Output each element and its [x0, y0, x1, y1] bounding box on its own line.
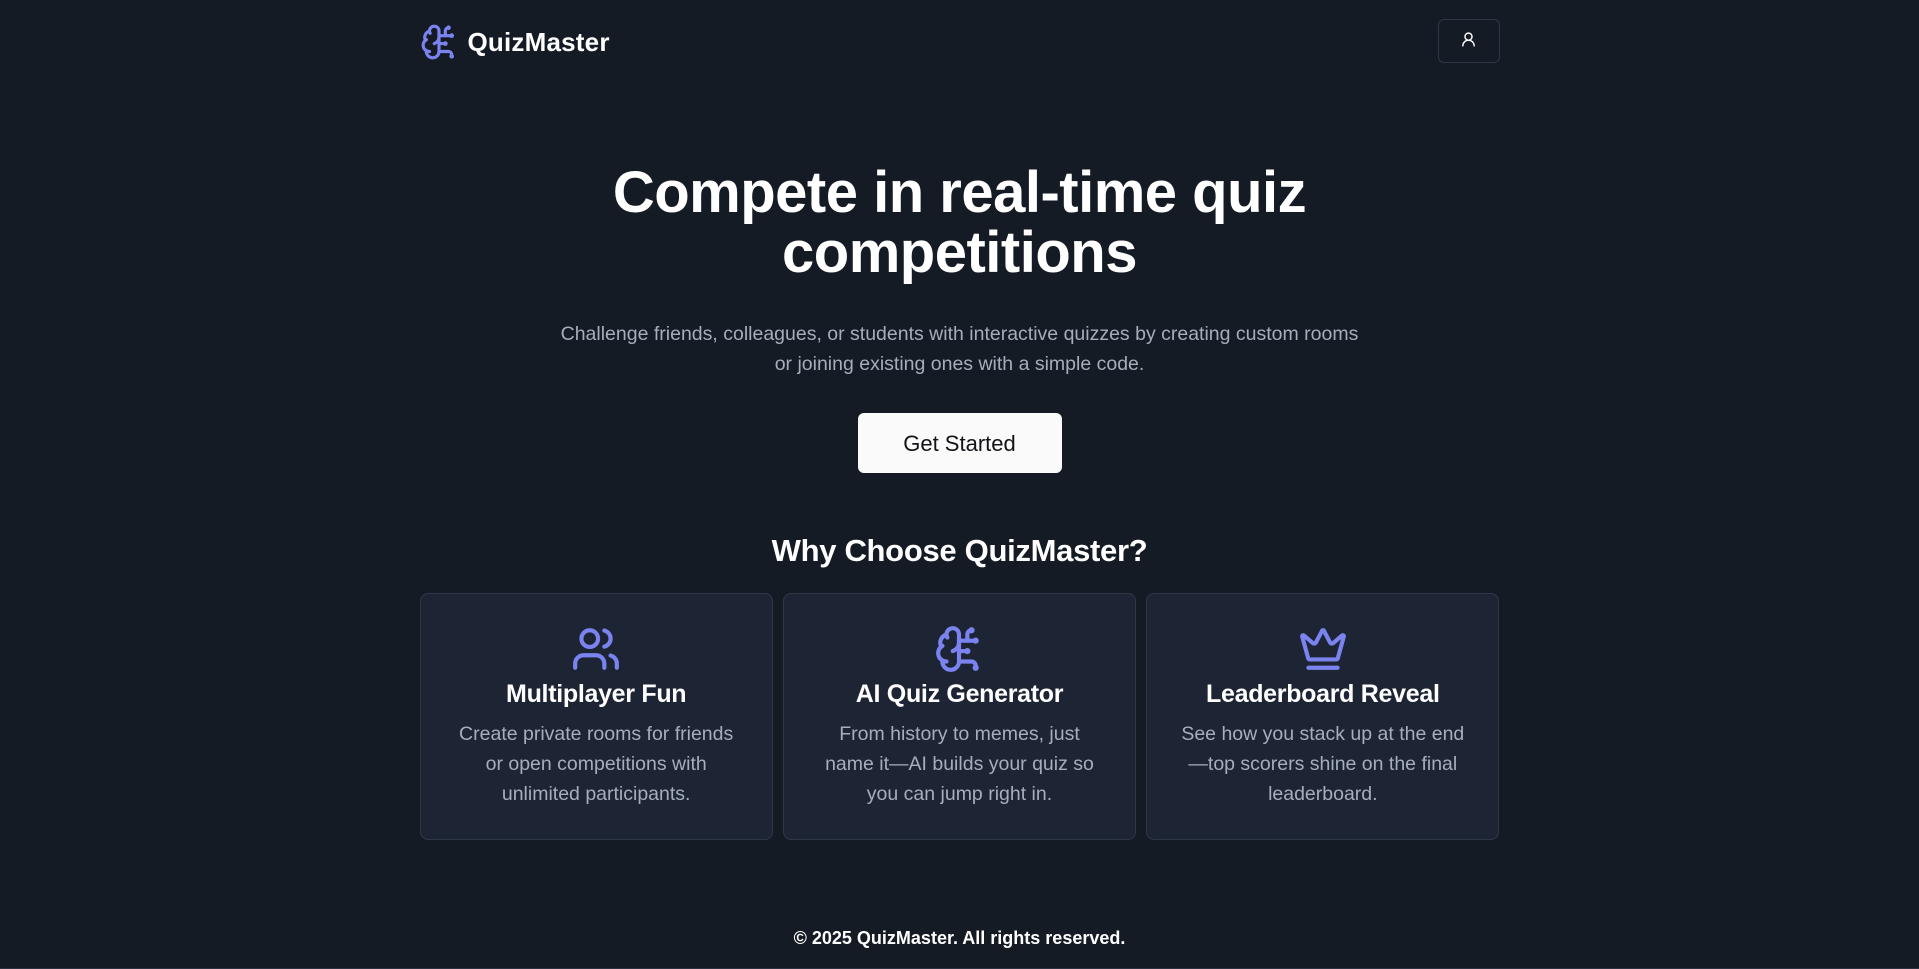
footer-copyright: © 2025 QuizMaster. All rights reserved.	[793, 928, 1126, 948]
features-grid: Multiplayer Fun Create private rooms for…	[419, 593, 1500, 840]
brand-link[interactable]: QuizMaster	[420, 23, 610, 61]
brain-icon	[784, 624, 1135, 674]
top-bar: QuizMaster	[420, 0, 1500, 84]
crown-icon	[1147, 624, 1498, 674]
hero-title: Compete in real-time quiz competitions	[612, 160, 1307, 285]
feature-card-ai-generator: AI Quiz Generator From history to memes,…	[782, 593, 1137, 840]
user-icon	[1460, 31, 1477, 51]
brain-icon	[420, 23, 458, 61]
feature-description: Create private rooms for friends or open…	[459, 723, 734, 805]
features-title: Why Choose QuizMaster?	[771, 533, 1148, 568]
feature-title: AI Quiz Generator	[855, 680, 1064, 708]
feature-title: Leaderboard Reveal	[1206, 680, 1440, 708]
account-button[interactable]	[1437, 19, 1500, 63]
get-started-button[interactable]: Get Started	[857, 413, 1062, 473]
feature-description: See how you stack up at the end—top scor…	[1181, 723, 1465, 805]
hero-section: Compete in real-time quiz competitions C…	[420, 163, 1500, 473]
brand-name: QuizMaster	[467, 26, 610, 57]
hero-subtitle: Challenge friends, colleagues, or studen…	[560, 323, 1359, 375]
users-icon	[421, 624, 772, 674]
feature-title: Multiplayer Fun	[506, 680, 687, 708]
feature-card-leaderboard: Leaderboard Reveal See how you stack up …	[1146, 593, 1500, 840]
feature-description: From history to memes, just name it—AI b…	[825, 723, 1094, 805]
page-container: QuizMaster Compete in real-time quiz com…	[419, 0, 1500, 840]
feature-card-multiplayer: Multiplayer Fun Create private rooms for…	[419, 593, 773, 840]
